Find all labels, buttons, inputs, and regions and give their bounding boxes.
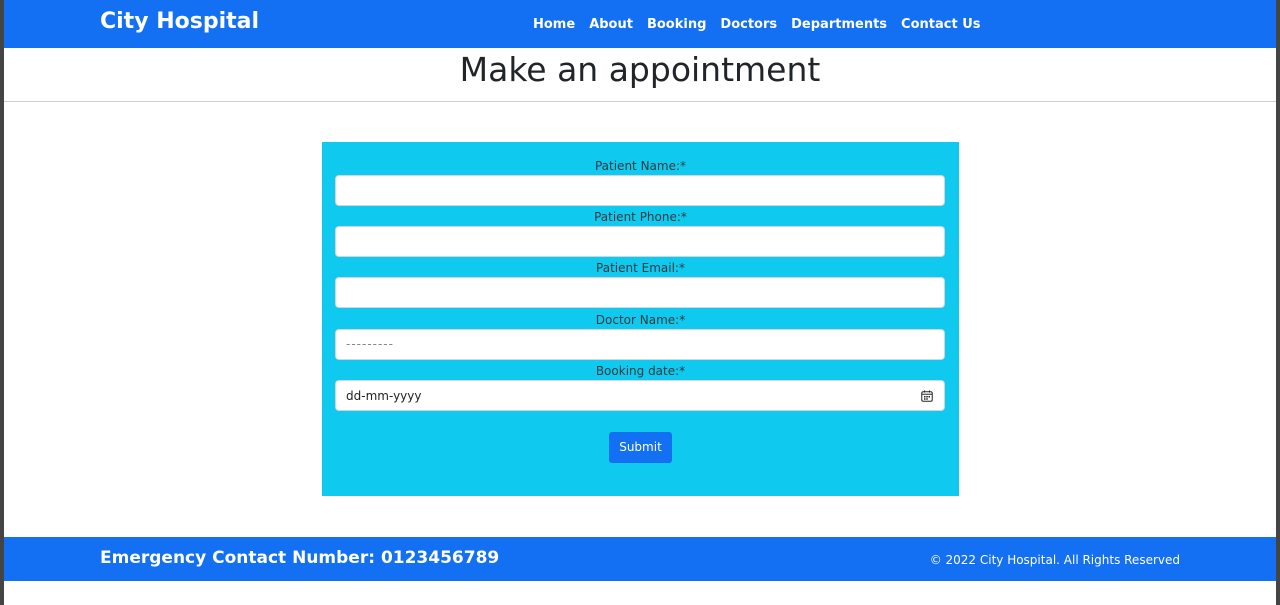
submit-button[interactable]: Submit [609,432,672,463]
doctor-name-label: Doctor Name:* [595,313,686,327]
booking-date-label: Booking date:* [595,364,686,378]
nav-link-about[interactable]: About [589,16,633,34]
navbar: City Hospital Home About Booking Doctors… [4,0,1276,48]
nav-links: Home About Booking Doctors Departments C… [533,16,981,34]
nav-link-booking[interactable]: Booking [647,16,706,34]
nav-link-contact-us[interactable]: Contact Us [901,16,980,34]
page-title: Make an appointment [459,50,821,89]
patient-phone-field[interactable] [335,226,945,257]
booking-date-input[interactable]: dd-mm-yyyy [335,380,945,411]
page: City Hospital Home About Booking Doctors… [4,0,1276,605]
patient-email-input[interactable] [336,278,944,307]
doctor-name-selected-value: --------- [346,337,394,351]
brand-logo[interactable]: City Hospital [100,8,259,36]
footer: Emergency Contact Number: 0123456789 © 2… [4,537,1276,581]
patient-name-label: Patient Name:* [594,159,687,173]
patient-name-field[interactable] [335,175,945,206]
patient-name-input[interactable] [336,176,944,205]
calendar-icon[interactable] [921,390,933,402]
nav-link-doctors[interactable]: Doctors [720,16,777,34]
patient-phone-label: Patient Phone:* [594,210,687,224]
emergency-contact: Emergency Contact Number: 0123456789 [100,548,500,568]
doctor-name-select[interactable]: --------- [335,329,945,360]
title-divider [4,101,1276,102]
nav-link-departments[interactable]: Departments [791,16,887,34]
booking-date-placeholder: dd-mm-yyyy [346,389,422,403]
copyright-notice: © 2022 City Hospital. All Rights Reserve… [929,553,1180,567]
patient-email-field[interactable] [335,277,945,308]
appointment-form: Patient Name:* Patient Phone:* Patient E… [322,142,959,496]
patient-email-label: Patient Email:* [596,261,685,275]
nav-link-home[interactable]: Home [533,16,575,34]
patient-phone-input[interactable] [336,227,944,256]
